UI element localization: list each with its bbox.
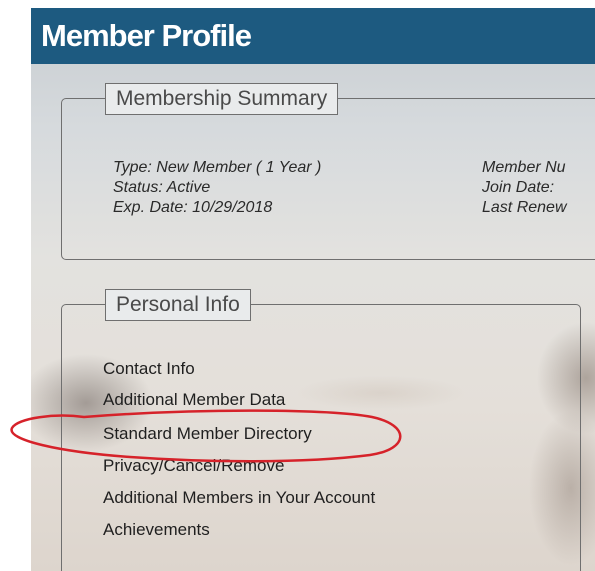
member-profile-panel: Member Profile Membership Summary Type: … bbox=[31, 8, 595, 571]
membership-type: Type: New Member ( 1 Year ) bbox=[113, 159, 322, 176]
membership-summary-legend: Membership Summary bbox=[105, 83, 339, 115]
contact-info-link[interactable]: Contact Info bbox=[103, 358, 195, 380]
standard-member-directory-link[interactable]: Standard Member Directory bbox=[103, 423, 312, 445]
privacy-cancel-remove-link[interactable]: Privacy/Cancel/Remove bbox=[103, 455, 284, 477]
membership-exp-date: Exp. Date: 10/29/2018 bbox=[113, 199, 273, 216]
member-number: Member Nu bbox=[482, 159, 566, 176]
membership-status: Status: Active bbox=[113, 179, 211, 196]
join-date: Join Date: bbox=[482, 179, 555, 196]
last-renew: Last Renew bbox=[482, 199, 567, 216]
page-title: Member Profile bbox=[41, 18, 252, 53]
header-bar: Member Profile bbox=[31, 8, 595, 64]
additional-members-link[interactable]: Additional Members in Your Account bbox=[103, 487, 375, 509]
achievements-link[interactable]: Achievements bbox=[103, 519, 210, 541]
personal-info-legend: Personal Info bbox=[105, 289, 251, 321]
additional-member-data-link[interactable]: Additional Member Data bbox=[103, 389, 285, 411]
